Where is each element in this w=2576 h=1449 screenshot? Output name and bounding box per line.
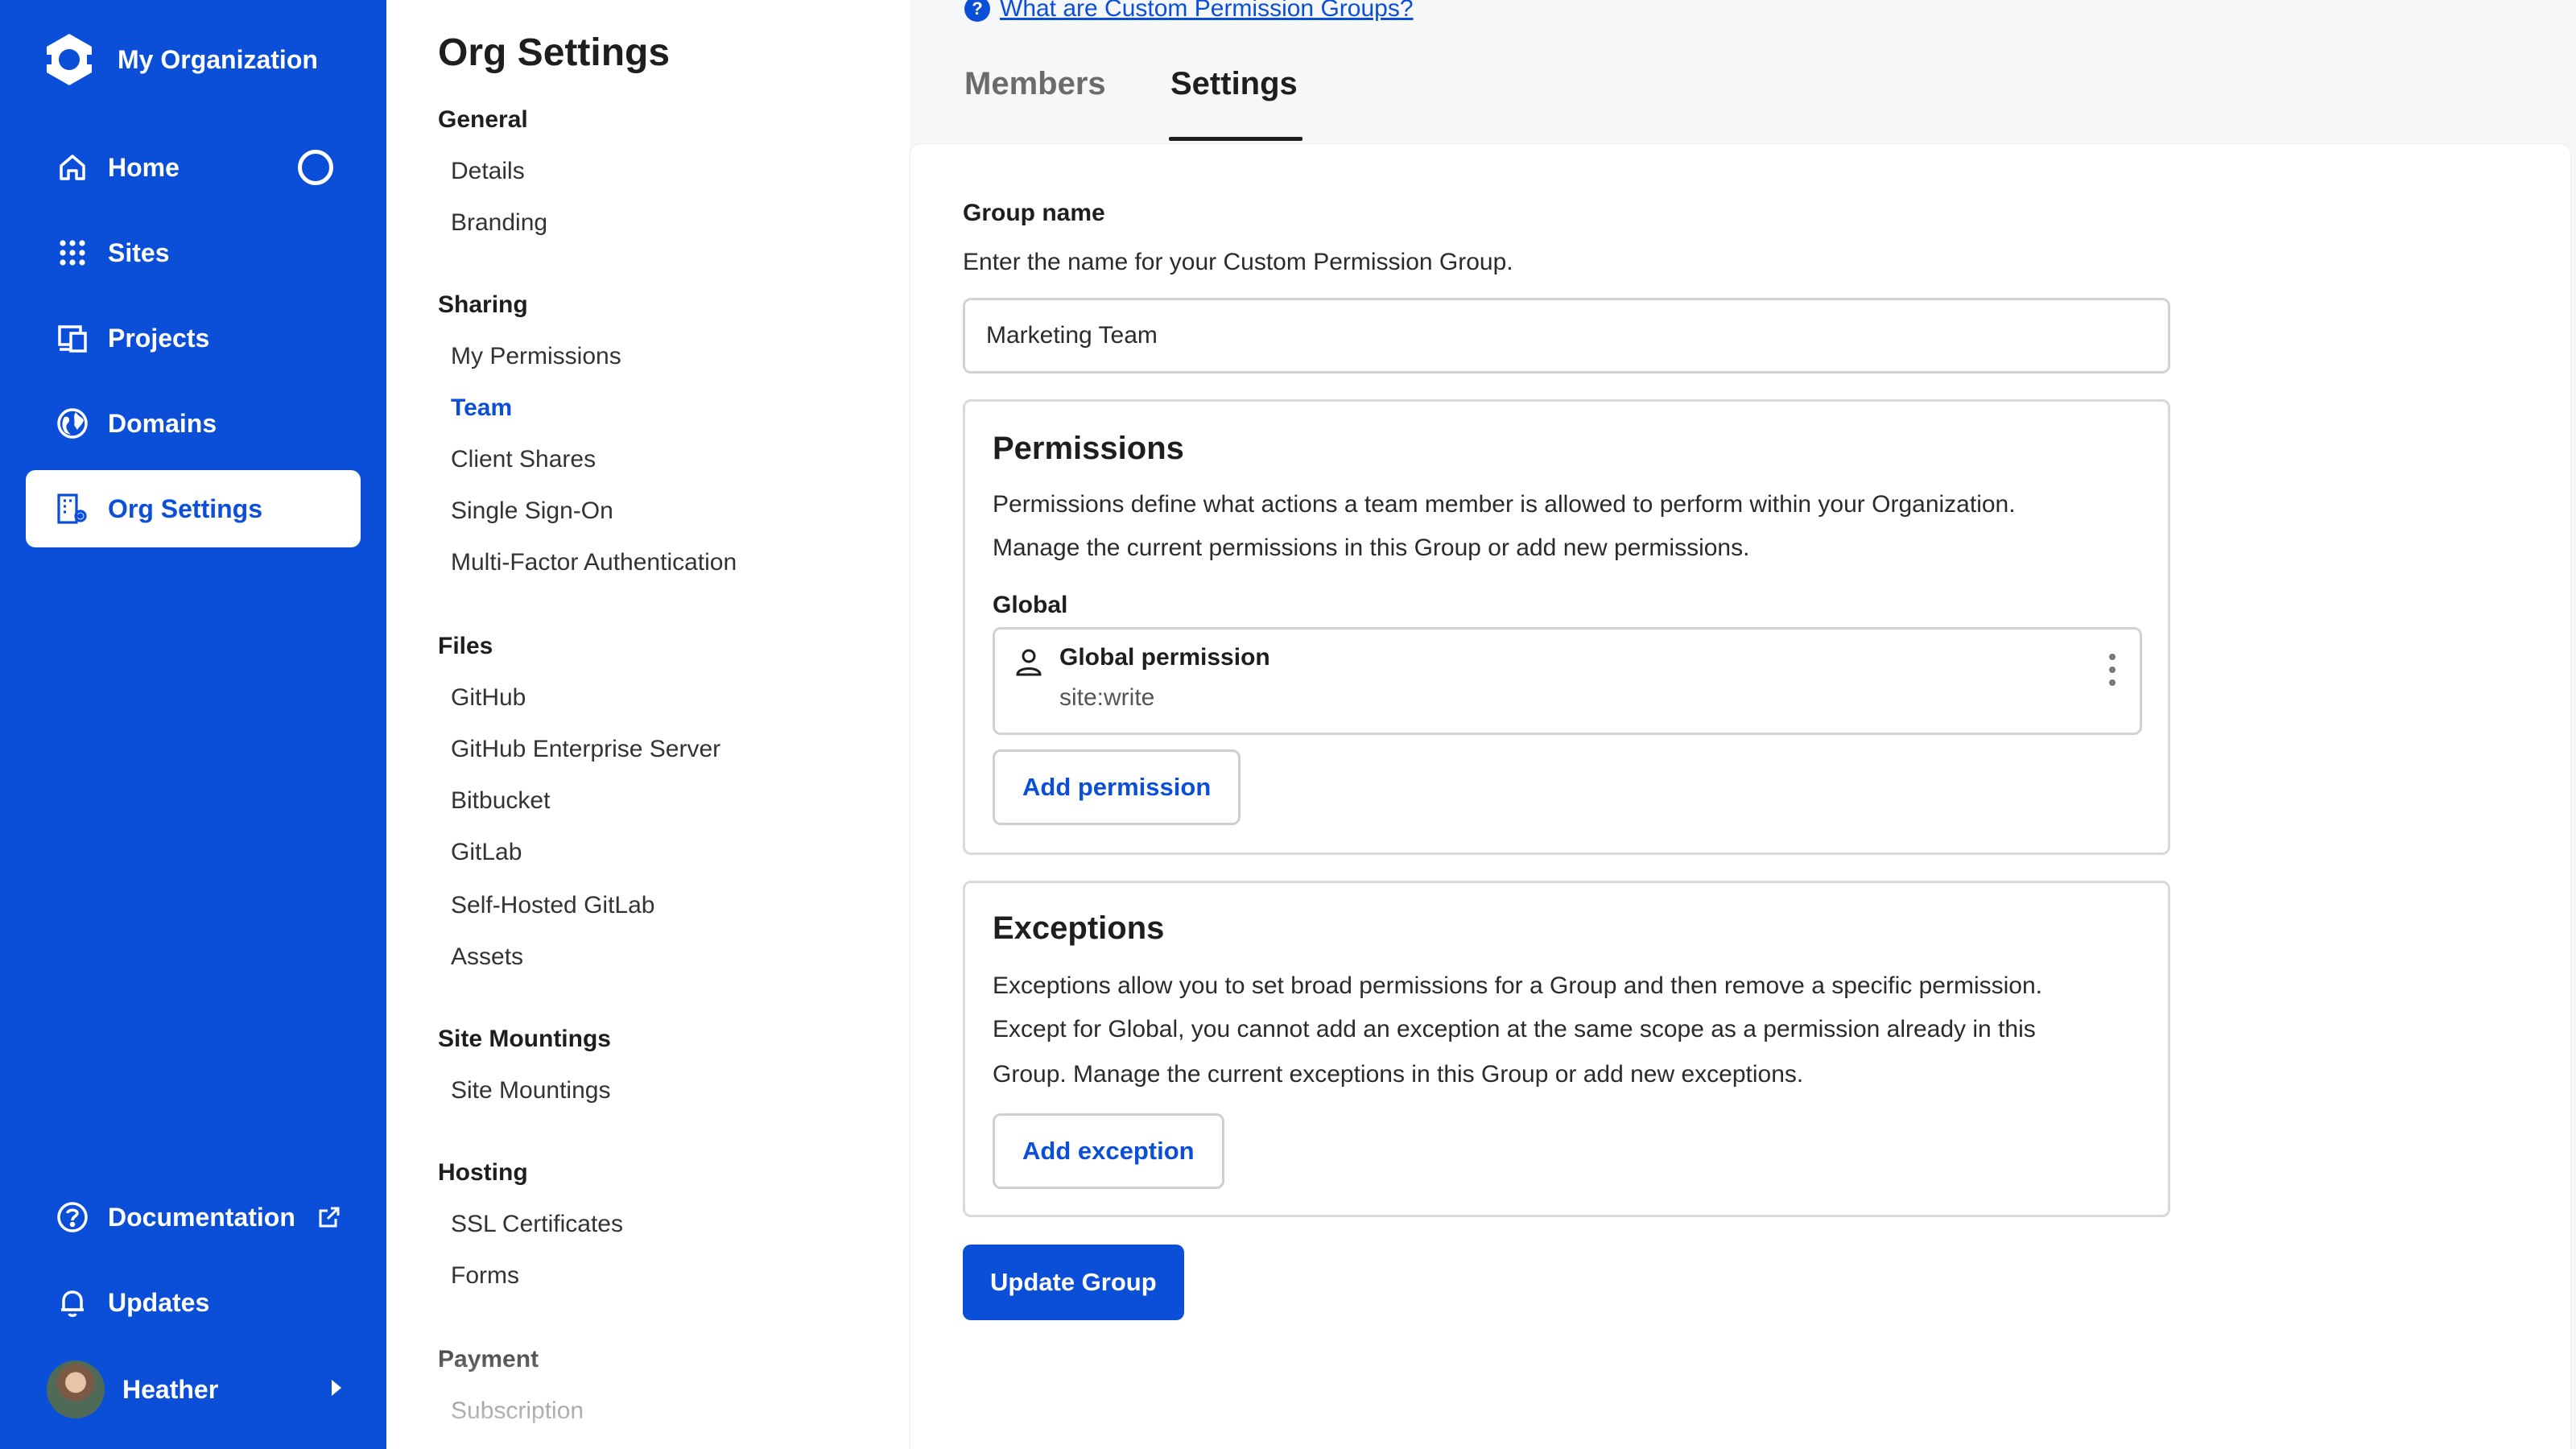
nav-item-documentation[interactable]: Documentation: [26, 1179, 361, 1256]
exceptions-title: Exceptions: [993, 910, 1165, 946]
subnav-item-assets[interactable]: Assets: [451, 943, 523, 971]
subnav-item-details[interactable]: Details: [451, 158, 525, 185]
permissions-description-line-1: Permissions define what actions a team m…: [993, 491, 2016, 518]
permissions-panel: Permissions Permissions define what acti…: [963, 399, 2170, 855]
subnav-item-self-hosted-gitlab[interactable]: Self-Hosted GitLab: [451, 892, 654, 919]
active-tab-indicator: [1169, 137, 1302, 141]
org-brand[interactable]: My Organization: [40, 31, 318, 89]
nav-item-updates[interactable]: Updates: [26, 1264, 361, 1341]
globe-icon: [57, 408, 88, 439]
nav-item-domains[interactable]: Domains: [26, 385, 361, 462]
permission-row: Global permission site:write: [993, 627, 2142, 735]
external-link-icon: [319, 1207, 340, 1228]
bell-icon: [61, 1290, 84, 1317]
question-icon: ?: [964, 0, 990, 22]
nav-item-org-settings[interactable]: Org Settings: [26, 470, 361, 547]
subnav-item-bitbucket[interactable]: Bitbucket: [451, 787, 550, 815]
settings-subnav: Org Settings General Details Branding Sh…: [386, 0, 910, 1449]
help-link[interactable]: ? What are Custom Permission Groups?: [964, 0, 1414, 23]
grid-icon: [60, 240, 85, 266]
status-ring-icon: [298, 150, 333, 185]
help-link-label: What are Custom Permission Groups?: [1000, 0, 1414, 22]
user-menu[interactable]: Heather: [47, 1360, 353, 1418]
org-name: My Organization: [118, 44, 318, 74]
subnav-item-branding[interactable]: Branding: [451, 209, 547, 237]
subnav-item-my-permissions[interactable]: My Permissions: [451, 343, 621, 370]
subnav-item-ssl-certificates[interactable]: SSL Certificates: [451, 1211, 623, 1238]
tab-members[interactable]: Members: [964, 66, 1106, 102]
update-group-button[interactable]: Update Group: [963, 1245, 1184, 1320]
tab-settings[interactable]: Settings: [1170, 66, 1298, 102]
permission-name: Global permission: [1059, 644, 1270, 671]
subnav-group-hosting: Hosting: [438, 1159, 528, 1186]
more-options-icon[interactable]: [2109, 654, 2117, 686]
subnav-item-github[interactable]: GitHub: [451, 684, 526, 712]
nav-item-home[interactable]: Home: [26, 129, 361, 206]
projects-icon: [58, 325, 87, 353]
subnav-item-client-shares[interactable]: Client Shares: [451, 446, 596, 473]
subnav-group-site-mountings: Site Mountings: [438, 1026, 611, 1052]
subnav-item-site-mountings[interactable]: Site Mountings: [451, 1077, 610, 1104]
nav-item-projects[interactable]: Projects: [26, 299, 361, 377]
add-permission-button[interactable]: Add permission: [993, 749, 1241, 825]
subnav-group-sharing: Sharing: [438, 291, 528, 318]
subnav-item-subscription[interactable]: Subscription: [451, 1397, 584, 1425]
help-circle-icon: [57, 1202, 88, 1232]
nav-item-label: Updates: [108, 1287, 210, 1317]
subnav-item-mfa[interactable]: Multi-Factor Authentication: [451, 549, 737, 576]
subnav-group-general: General: [438, 106, 528, 133]
permissions-description-line-2: Manage the current permissions in this G…: [993, 535, 1750, 561]
user-icon: [1016, 649, 1042, 676]
subnav-item-single-sign-on[interactable]: Single Sign-On: [451, 497, 613, 525]
subnav-group-payment: Payment: [438, 1346, 539, 1373]
permission-scope: site:write: [1059, 684, 1155, 711]
subnav-item-github-enterprise[interactable]: GitHub Enterprise Server: [451, 736, 720, 763]
nav-item-label: Documentation: [108, 1202, 295, 1232]
nav-item-label: Org Settings: [108, 493, 263, 523]
subnav-title: Org Settings: [438, 31, 671, 74]
exceptions-description-line-1: Exceptions allow you to set broad permis…: [993, 972, 2042, 999]
exceptions-panel: Exceptions Exceptions allow you to set b…: [963, 881, 2170, 1217]
exceptions-description-line-2: Except for Global, you cannot add an exc…: [993, 1016, 2036, 1042]
caret-right-icon: [332, 1380, 341, 1396]
group-name-description: Enter the name for your Custom Permissio…: [963, 249, 1513, 275]
nav-item-label: Home: [108, 152, 180, 182]
nav-item-sites[interactable]: Sites: [26, 214, 361, 291]
subnav-item-forms[interactable]: Forms: [451, 1262, 519, 1290]
global-section-label: Global: [993, 592, 1068, 618]
subnav-item-team[interactable]: Team: [451, 394, 512, 422]
nav-item-label: Domains: [108, 408, 217, 438]
nav-item-label: Projects: [108, 323, 210, 353]
org-settings-icon: [57, 493, 87, 524]
home-icon: [60, 155, 85, 180]
group-name-label: Group name: [963, 200, 1105, 226]
org-logo-icon: [43, 34, 95, 85]
user-name: Heather: [122, 1374, 219, 1404]
avatar: [47, 1360, 105, 1418]
add-exception-button[interactable]: Add exception: [993, 1113, 1224, 1189]
permissions-title: Permissions: [993, 431, 1184, 466]
primary-nav: My Organization Home Sites Projects Doma…: [0, 0, 386, 1449]
subnav-item-gitlab[interactable]: GitLab: [451, 839, 522, 866]
nav-item-label: Sites: [108, 237, 170, 267]
scroll-fade: [386, 1320, 910, 1449]
group-name-input[interactable]: Marketing Team: [963, 298, 2170, 374]
subnav-group-files: Files: [438, 633, 493, 659]
exceptions-description-line-3: Group. Manage the current exceptions in …: [993, 1061, 1804, 1088]
